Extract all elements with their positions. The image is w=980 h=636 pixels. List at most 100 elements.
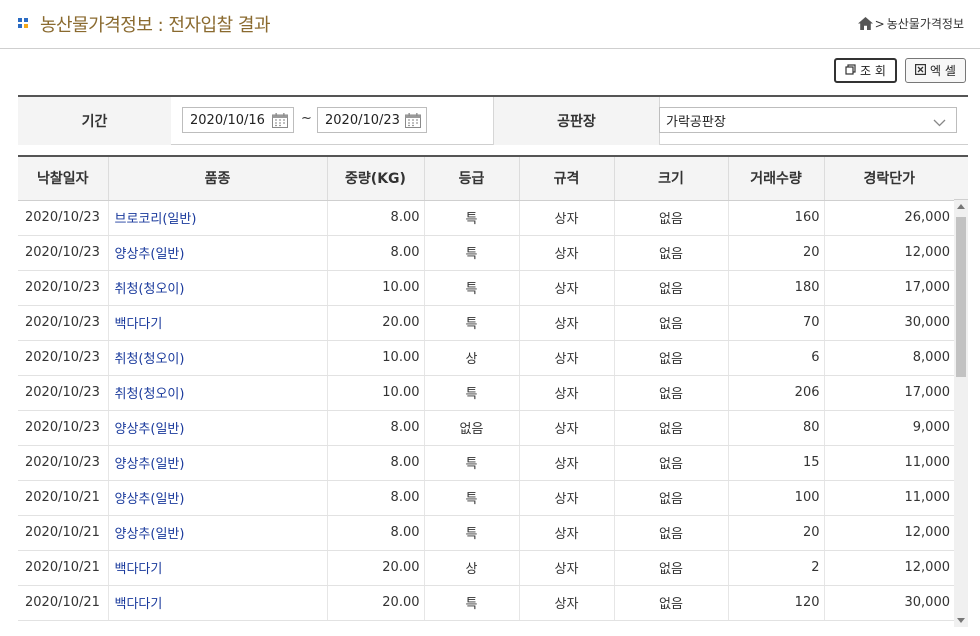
cell-weight: 8.00 [327,200,425,236]
cell-item-link[interactable]: 취청(청오이) [108,270,328,306]
cell-spec: 상자 [519,375,615,411]
cell-spec: 상자 [519,445,615,481]
cell-quantity: 206 [728,375,825,411]
date-from-value: 2020/10/16 [190,112,265,128]
cell-grade: 상 [424,550,520,586]
date-to-input[interactable]: 2020/10/23 [317,107,427,133]
cell-grade: 특 [424,235,520,271]
calendar-icon[interactable] [272,113,288,132]
breadcrumb-current[interactable]: 농산물가격정보 [887,15,964,32]
cell-price: 12,000 [824,515,954,551]
cell-date: 2020/10/23 [18,270,109,306]
cell-price: 12,000 [824,235,954,271]
column-header-size: 크기 [614,157,729,201]
table-row: 2020/10/23 브로코리(일반) 8.00 특 상자 없음 160 26,000 [18,200,954,236]
excel-button[interactable]: 엑 셀 [905,58,966,83]
cell-item-link[interactable]: 취청(청오이) [108,375,328,411]
cell-quantity: 160 [728,200,825,236]
cell-size: 없음 [614,445,729,481]
cell-item-link[interactable]: 양상추(일반) [108,480,328,516]
cell-weight: 10.00 [327,340,425,376]
column-header-weight: 중량(KG) [327,157,425,201]
date-to-value: 2020/10/23 [325,112,400,128]
cell-price: 30,000 [824,305,954,341]
cell-weight: 20.00 [327,550,425,586]
cell-item-link[interactable]: 브로코리(일반) [108,200,328,236]
cell-size: 없음 [614,515,729,551]
scroll-up-icon[interactable] [957,204,965,209]
results-table: 낙찰일자 품종 중량(KG) 등급 규격 크기 거래수량 경락단가 2020/1… [18,155,968,627]
market-select[interactable]: 가락공판장 [659,107,957,133]
cell-item-link[interactable]: 양상추(일반) [108,410,328,446]
cell-weight: 20.00 [327,305,425,341]
cell-date: 2020/10/23 [18,340,109,376]
cell-size: 없음 [614,235,729,271]
date-from-input[interactable]: 2020/10/16 [182,107,294,133]
market-label: 공판장 [493,97,660,145]
cell-quantity: 20 [728,515,825,551]
date-separator: ~ [301,111,312,126]
table-row: 2020/10/23 취청(청오이) 10.00 상 상자 없음 6 8,000 [18,340,954,376]
cell-item-link[interactable]: 양상추(일반) [108,445,328,481]
page-header: 농산물가격정보 : 전자입찰 결과 > 농산물가격정보 [0,0,980,49]
cell-item-link[interactable]: 백다다기 [108,585,328,621]
excel-button-label: 엑 셀 [930,64,956,78]
cell-date: 2020/10/21 [18,515,109,551]
scroll-thumb[interactable] [956,217,966,377]
cell-item-link[interactable]: 양상추(일반) [108,235,328,271]
market-select-value: 가락공판장 [666,114,726,130]
cell-grade: 특 [424,375,520,411]
period-label: 기간 [18,97,171,145]
cell-grade: 특 [424,480,520,516]
scroll-down-icon[interactable] [957,618,965,623]
cell-item-link[interactable]: 백다다기 [108,550,328,586]
table-row: 2020/10/23 취청(청오이) 10.00 특 상자 없음 180 17,000 [18,270,954,306]
cell-spec: 상자 [519,235,615,271]
table-header-row: 낙찰일자 품종 중량(KG) 등급 규격 크기 거래수량 경락단가 [18,157,954,201]
cell-size: 없음 [614,375,729,411]
cell-quantity: 2 [728,550,825,586]
cell-grade: 특 [424,200,520,236]
search-button[interactable]: 조 회 [834,58,897,83]
cell-weight: 8.00 [327,410,425,446]
cell-weight: 10.00 [327,375,425,411]
search-filter: 기간 2020/10/16 ~ 2020/10/23 공판장 가락공판장 [18,95,968,145]
breadcrumb: > 농산물가격정보 [857,15,964,32]
cell-spec: 상자 [519,340,615,376]
table-row: 2020/10/21 양상추(일반) 8.00 특 상자 없음 100 11,000 [18,480,954,516]
cell-date: 2020/10/23 [18,305,109,341]
cell-quantity: 180 [728,270,825,306]
cell-item-link[interactable]: 백다다기 [108,305,328,341]
column-header-grade: 등급 [424,157,520,201]
cell-spec: 상자 [519,585,615,621]
home-icon[interactable] [857,17,873,30]
cell-date: 2020/10/23 [18,410,109,446]
column-header-item: 품종 [108,157,328,201]
cell-weight: 8.00 [327,480,425,516]
cell-date: 2020/10/23 [18,445,109,481]
cell-quantity: 15 [728,445,825,481]
cell-size: 없음 [614,480,729,516]
cell-item-link[interactable]: 양상추(일반) [108,515,328,551]
cell-weight: 10.00 [327,270,425,306]
cell-spec: 상자 [519,200,615,236]
cell-spec: 상자 [519,270,615,306]
table-scrollbar[interactable] [954,200,968,627]
cell-quantity: 120 [728,585,825,621]
cell-grade: 특 [424,445,520,481]
cell-weight: 8.00 [327,235,425,271]
cell-size: 없음 [614,585,729,621]
cell-spec: 상자 [519,305,615,341]
cell-price: 30,000 [824,585,954,621]
cell-price: 8,000 [824,340,954,376]
cell-date: 2020/10/21 [18,585,109,621]
table-row: 2020/10/23 양상추(일반) 8.00 없음 상자 없음 80 9,000 [18,410,954,446]
cell-item-link[interactable]: 취청(청오이) [108,340,328,376]
column-header-date: 낙찰일자 [18,157,109,201]
cell-size: 없음 [614,410,729,446]
cell-grade: 특 [424,585,520,621]
cell-weight: 8.00 [327,445,425,481]
cell-spec: 상자 [519,410,615,446]
cell-quantity: 100 [728,480,825,516]
calendar-icon[interactable] [405,113,421,132]
